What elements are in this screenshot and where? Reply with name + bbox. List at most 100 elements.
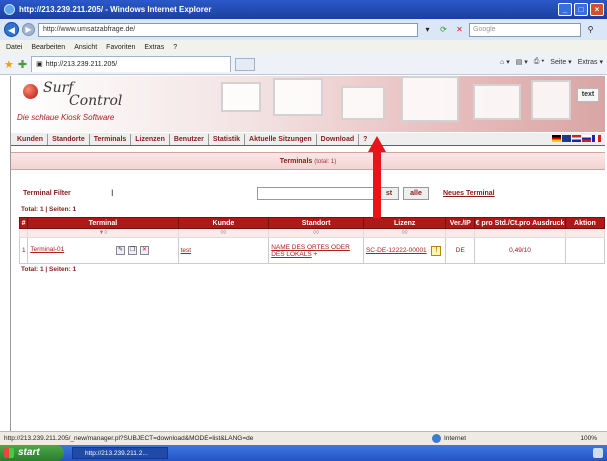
flag-nl-icon[interactable] [572,135,581,142]
col-header-kunde[interactable]: Kunde [177,217,270,229]
nav-statistik[interactable]: Statistik [209,133,246,145]
standort-add-icon[interactable]: + [314,251,318,258]
sort-cell [18,228,29,238]
filter-label: Terminal Filter [23,190,71,197]
stop-icon[interactable]: ✕ [453,23,466,36]
arrow-shape [368,136,386,218]
zone-label: Internet [444,435,467,442]
window-controls: _ □ × [558,3,604,16]
monitor-graphic [221,82,261,112]
kunde-link[interactable]: test [181,247,191,254]
info-icon[interactable]: ! [431,245,442,256]
start-button[interactable]: start [0,445,64,461]
status-url: http://213.239.211.205/_new/manager.pl?S… [4,435,254,442]
menu-extras[interactable]: Extras [144,44,164,51]
feeds-icon[interactable]: ▤ ▾ [516,58,528,66]
nav-download[interactable]: Download [317,133,360,145]
filter-input[interactable] [257,187,375,200]
sort-cell [445,228,476,238]
page-menu[interactable]: Seite ▾ [550,58,571,66]
text-mode-button[interactable]: text [577,88,599,102]
aktion-cell [564,237,606,264]
text-cursor-icon: I [111,188,114,198]
add-favorite-icon[interactable]: ✚ [18,58,27,71]
lizenz-link[interactable]: SC-DE-12222-00001 [366,247,427,254]
menu-bearbeiten[interactable]: Bearbeiten [31,44,65,51]
lizenz-cell: SC-DE-12222-00001 ! [362,237,447,264]
address-toolbar: ◀ ▶ http://www.umsatzabfrage.de/ ▾ ⟳ ✕ G… [0,19,607,40]
nav-aktuelle-sitzungen[interactable]: Aktuelle Sitzungen [245,133,317,145]
kunde-cell: test [177,237,270,264]
system-tray-icon[interactable] [593,448,603,458]
monitor-graphic [473,84,521,120]
col-header-lizenz[interactable]: Lizenz [362,217,447,229]
maximize-button[interactable]: □ [574,3,588,16]
sort-lizenz-icon[interactable]: ◊◊ [362,228,447,238]
standort-link[interactable]: NAME DES ORTES ODER DES LOKALS [271,244,350,258]
new-tab-button[interactable] [235,57,256,71]
section-header: Terminals (total: 1) [11,152,605,170]
logo-control-text: Control [69,93,123,109]
monitor-graphic [401,76,459,122]
filter-all-button[interactable]: alle [403,187,429,200]
tools-menu[interactable]: Extras ▾ [578,58,603,66]
filter-row: Terminal Filter I st alle Neues Terminal [19,186,605,202]
menu-favoriten[interactable]: Favoriten [106,44,135,51]
sort-cell [564,228,606,238]
menu-ansicht[interactable]: Ansicht [74,44,97,51]
flag-uk-icon[interactable] [562,135,571,142]
refresh-icon[interactable]: ⟳ [437,23,450,36]
terminal-table: # Terminal Kunde Standort Lizenz Ver./IP… [18,217,606,264]
sort-terminal-icon[interactable]: ▼◊ [27,228,179,238]
col-header-aktion: Aktion [564,217,606,229]
status-bar: http://213.239.211.205/_new/manager.pl?S… [0,431,607,445]
sort-row: ▼◊ ◊◊ ◊◊ ◊◊ [18,228,606,238]
copy-icon[interactable]: ❐ [128,246,138,255]
standort-cell: NAME DES ORTES ODER DES LOKALS + [268,237,364,264]
dropdown-icon[interactable]: ▾ [421,23,434,36]
row-num: 1 [18,237,29,264]
back-button[interactable]: ◀ [4,22,19,37]
nav-standorte[interactable]: Standorte [48,133,90,145]
col-header-standort[interactable]: Standort [268,217,364,229]
favorites-star-icon[interactable]: ★ [4,58,14,71]
menu-datei[interactable]: Datei [6,44,22,51]
flag-fr-icon[interactable] [592,135,601,142]
close-button[interactable]: × [590,3,604,16]
address-input[interactable]: http://www.umsatzabfrage.de/ [38,22,418,37]
menu-help[interactable]: ? [173,44,177,51]
print-icon[interactable]: ⎙ ▾ [534,58,545,66]
security-zone: Internet [432,432,466,445]
nav-benutzer[interactable]: Benutzer [170,133,209,145]
nav-kunden[interactable]: Kunden [13,133,49,145]
flag-de-icon[interactable] [552,135,561,142]
table-header-row: # Terminal Kunde Standort Lizenz Ver./IP… [18,217,606,229]
sort-kunde-icon[interactable]: ◊◊ [177,228,270,238]
monitor-graphic [341,86,385,120]
red-arrow-annotation [368,136,386,218]
search-input[interactable]: Google [469,22,581,37]
nav-terminals[interactable]: Terminals [90,133,132,145]
terminal-actions: ✎ ❐ ✕ [116,246,150,255]
total-top: Total: 1 | Seiten: 1 [21,206,77,213]
sort-standort-icon[interactable]: ◊◊ [268,228,364,238]
edit-icon[interactable]: ✎ [116,246,126,255]
delete-icon[interactable]: ✕ [140,246,150,255]
browser-tab[interactable]: ▣ http://213.239.211.205/ [31,56,232,72]
terminal-link[interactable]: Terminal-01 [30,246,64,253]
taskbar-ie-item[interactable]: http://213.239.211.2... [72,447,168,459]
flag-ru-icon[interactable] [582,135,591,142]
forward-button[interactable]: ▶ [22,23,35,36]
monitor-graphic [273,78,323,116]
section-title: Terminals [279,158,313,165]
minimize-button[interactable]: _ [558,3,572,16]
new-terminal-link[interactable]: Neues Terminal [443,190,495,197]
nav-lizenzen[interactable]: Lizenzen [131,133,170,145]
search-icon[interactable]: ⚲ [584,23,597,36]
col-header-terminal[interactable]: Terminal [27,217,179,229]
taskbar: start http://213.239.211.2... [0,445,607,461]
zoom-level[interactable]: 100% [580,432,597,445]
home-icon[interactable]: ⌂ ▾ [500,58,510,66]
tab-bar: ★ ✚ ▣ http://213.239.211.205/ ⌂ ▾ ▤ ▾ ⎙ … [0,54,607,75]
start-label: start [18,447,40,458]
